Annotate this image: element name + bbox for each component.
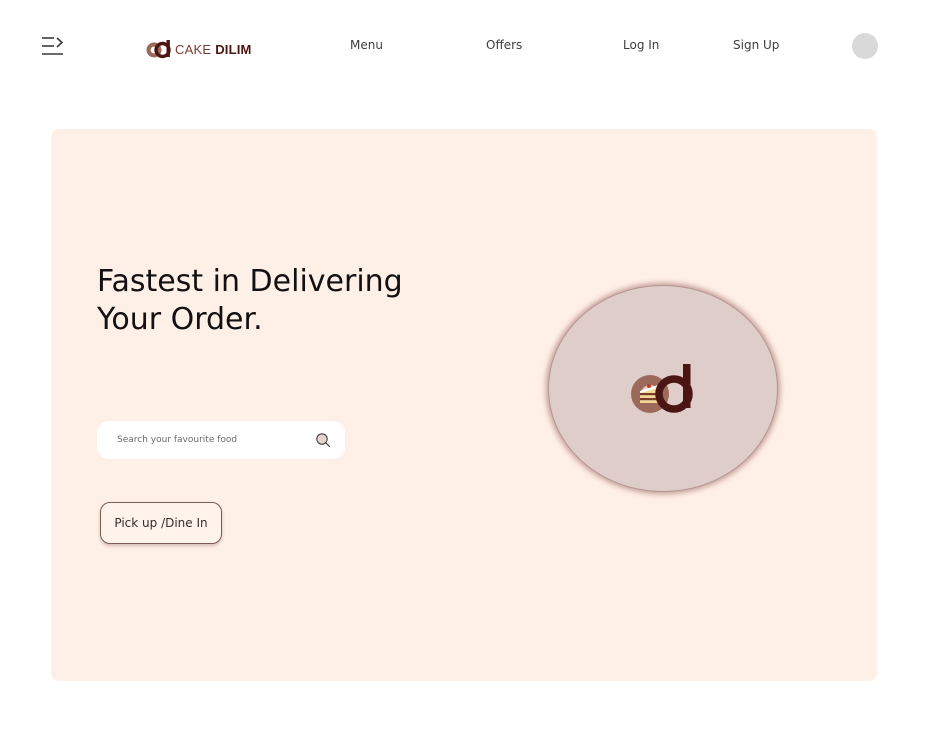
- cake-dilim-logo-icon: [631, 363, 693, 413]
- nav-link-menu[interactable]: Menu: [350, 38, 383, 54]
- search-icon[interactable]: [315, 432, 331, 448]
- page: CAKE DILIM Menu Offers Log In Sign Up Fa…: [0, 0, 926, 735]
- cake-dilim-logo-icon: [146, 40, 171, 59]
- nav-link-signup[interactable]: Sign Up: [733, 38, 779, 54]
- hero-logo-circle: [548, 285, 778, 492]
- nav-link-offers[interactable]: Offers: [486, 38, 522, 54]
- avatar[interactable]: [852, 33, 878, 59]
- hero-headline-line1: Fastest in Delivering: [97, 264, 403, 299]
- pickup-dine-in-button[interactable]: Pick up /Dine In: [100, 502, 222, 544]
- search-box: [97, 421, 345, 459]
- hero-section: Fastest in Delivering Your Order. Pick u…: [51, 129, 877, 681]
- brand-word-cake: CAKE: [175, 41, 212, 57]
- nav-link-login[interactable]: Log In: [623, 38, 659, 54]
- brand-name: CAKE DILIM: [175, 42, 252, 57]
- brand-logo[interactable]: CAKE DILIM: [145, 38, 252, 60]
- hero-headline: Fastest in Delivering Your Order.: [97, 263, 457, 339]
- search-input[interactable]: [115, 434, 315, 446]
- brand-word-dilim: DILIM: [215, 41, 252, 57]
- hero-headline-line2: Your Order.: [97, 302, 263, 337]
- menu-toggle-icon[interactable]: [41, 36, 65, 56]
